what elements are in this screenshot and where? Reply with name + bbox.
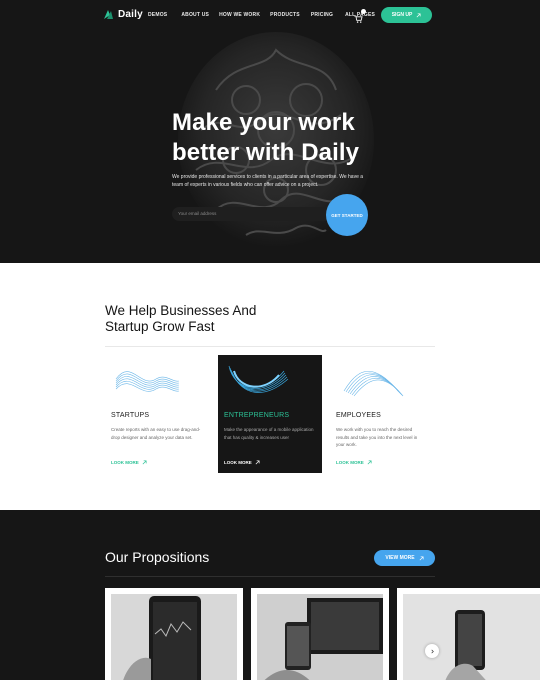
view-more-button[interactable]: VIEW MORE: [374, 550, 435, 566]
navbar: Daily DEMOS ABOUT US HOW WE WORK PRODUCT…: [0, 0, 540, 32]
arrow-up-right-icon: [419, 556, 424, 560]
cart-count-badge: [361, 9, 366, 14]
signup-label: SIGN UP: [391, 12, 413, 18]
laptop-phone-photo: [257, 594, 383, 680]
daily-logo-icon: [104, 10, 113, 19]
look-more-label: LOOK MORE: [336, 460, 364, 465]
proposition-card[interactable]: [105, 588, 243, 680]
view-more-label: VIEW MORE: [385, 555, 415, 561]
look-more-link[interactable]: LOOK MORE: [224, 460, 260, 465]
service-card-entrepreneurs[interactable]: ENTREPRENEURS Make the appearance of a m…: [218, 355, 322, 473]
hero-title: Make your work better with Daily: [172, 108, 392, 168]
carousel-next-button[interactable]: [425, 644, 439, 658]
hero-title-line-2: better with Daily: [172, 139, 360, 166]
signup-button[interactable]: SIGN UP: [381, 7, 432, 23]
wave-lines-icon: [115, 371, 180, 392]
propositions-title: Our Propositions: [105, 549, 210, 565]
cart-icon: [354, 15, 363, 23]
look-more-link[interactable]: LOOK MORE: [336, 460, 372, 465]
menu-item-pricing[interactable]: PRICING: [311, 12, 333, 18]
hero-section: Daily DEMOS ABOUT US HOW WE WORK PRODUCT…: [0, 0, 540, 263]
menu-item-demos[interactable]: DEMOS: [148, 12, 167, 18]
wave-lines-icon: [343, 371, 404, 397]
card-text: Make the appearance of a mobile applicat…: [224, 427, 314, 440]
menu-item-about-us[interactable]: ABOUT US: [181, 12, 209, 18]
ribbon-icon: [228, 365, 289, 393]
proposition-card[interactable]: [251, 588, 389, 680]
look-more-label: LOOK MORE: [111, 460, 139, 465]
chevron-right-icon: [430, 649, 434, 653]
email-input[interactable]: Your email address: [172, 207, 342, 221]
service-card-startups[interactable]: STARTUPS Create reports with an easy to …: [105, 355, 209, 473]
service-card-employees[interactable]: EMPLOYEES We work with you to reach the …: [330, 355, 434, 473]
divider: [105, 576, 435, 577]
card-text: Create reports with an easy to use drag-…: [111, 427, 201, 440]
proposition-card[interactable]: [397, 588, 540, 680]
logo-text: Daily: [118, 9, 143, 20]
arrow-up-right-icon: [255, 460, 260, 465]
hero-description: We provide professional services to clie…: [172, 174, 364, 188]
services-section: We Help Businesses And Startup Grow Fast…: [0, 263, 540, 510]
propositions-section: Our Propositions VIEW MORE: [0, 510, 540, 680]
hero-title-line-1: Make your work: [172, 109, 355, 136]
card-text: We work with you to reach the desired re…: [336, 427, 418, 447]
look-more-label: LOOK MORE: [224, 460, 252, 465]
card-title: ENTREPRENEURS: [224, 412, 290, 419]
logo[interactable]: Daily: [103, 9, 143, 20]
card-title: STARTUPS: [111, 412, 150, 419]
services-title: We Help Businesses And Startup Grow Fast: [105, 303, 305, 335]
services-title-line-2: Startup Grow Fast: [105, 319, 215, 334]
divider: [105, 346, 435, 347]
card-title: EMPLOYEES: [336, 412, 381, 419]
arrow-up-right-icon: [416, 13, 421, 17]
cart-button[interactable]: [354, 9, 366, 23]
menu-item-products[interactable]: PRODUCTS: [270, 12, 300, 18]
phone-chart-photo: [111, 594, 237, 680]
get-started-button[interactable]: GET STARTED: [326, 194, 368, 236]
menu-item-how-we-work[interactable]: HOW WE WORK: [219, 12, 260, 18]
arrow-up-right-icon: [142, 460, 147, 465]
services-title-line-1: We Help Businesses And: [105, 303, 257, 318]
phone-in-hand-photo: [403, 594, 540, 680]
arrow-up-right-icon: [367, 460, 372, 465]
main-menu: DEMOS ABOUT US HOW WE WORK PRODUCTS PRIC…: [148, 12, 375, 18]
look-more-link[interactable]: LOOK MORE: [111, 460, 147, 465]
